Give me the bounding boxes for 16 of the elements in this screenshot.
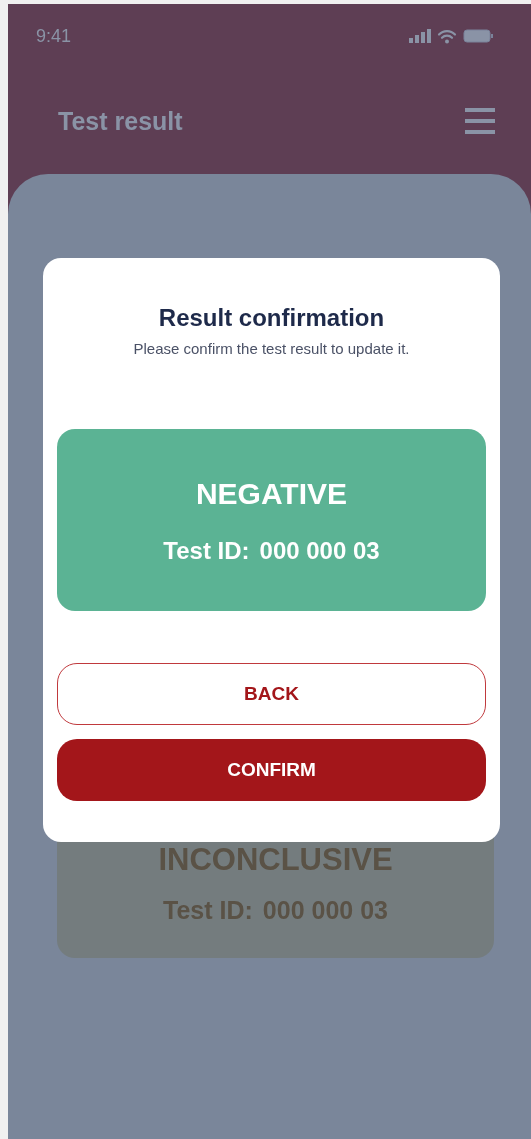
dialog-title: Result confirmation xyxy=(158,304,385,332)
screen-title: Test result xyxy=(58,106,183,136)
confirm-button[interactable]: CONFIRM xyxy=(57,739,486,801)
test-id-label: Test ID: xyxy=(163,896,253,925)
test-id-label: Test ID: xyxy=(163,537,250,565)
status-time: 9:41 xyxy=(36,25,72,47)
dialog-message: Please confirm the test result to update it. xyxy=(133,340,410,357)
result-label: INCONCLUSIVE xyxy=(158,842,393,878)
result-label: NEGATIVE xyxy=(195,477,348,511)
battery-icon xyxy=(463,29,493,43)
back-button[interactable]: BACK xyxy=(57,663,486,725)
test-id-value: 000 000 03 xyxy=(262,896,388,925)
wifi-icon xyxy=(437,28,457,44)
signal-icon xyxy=(409,29,431,43)
menu-icon[interactable] xyxy=(465,108,495,134)
test-id-value: 000 000 03 xyxy=(259,537,380,565)
